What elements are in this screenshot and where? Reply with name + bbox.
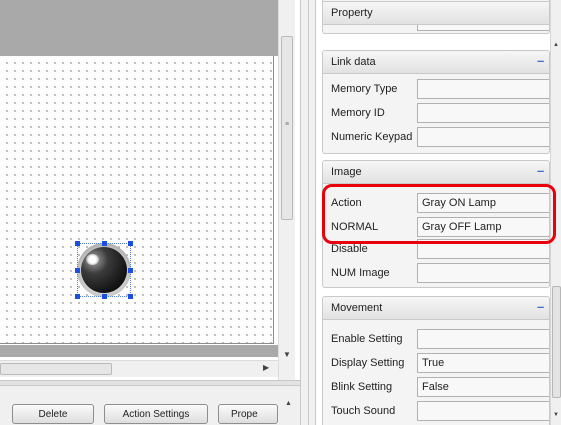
link-data-group: Link data – Memory Type Memory ID Numeri… [322,50,550,154]
property-label: NUM Image [331,267,390,279]
property-row-action: Action Gray ON Lamp [323,191,549,215]
panel-vertical-scrollbar[interactable]: ▲ ▼ [550,0,561,425]
property-row-touch-sound: Touch Sound [323,399,549,423]
property-row-display-setting: Display Setting True [323,351,549,375]
disable-image-field[interactable] [417,239,549,259]
bottom-button-bar: Delete Action Settings Prope ▲ [0,386,300,425]
property-label: Action [331,197,362,209]
collapse-icon[interactable]: – [537,163,544,178]
property-row-disable: Disable [323,237,549,261]
normal-image-field[interactable]: Gray OFF Lamp [417,217,549,237]
link-data-title: Link data [331,56,376,68]
enable-setting-field[interactable] [417,329,549,349]
resize-handle-s[interactable] [102,294,107,299]
lamp-object[interactable] [75,241,133,299]
property-label: Display Setting [331,357,405,369]
memory-type-field[interactable] [417,79,549,99]
property-panel: Property ▲ Link data – Memory Type Memor… [316,0,561,425]
property-label: Memory Type [331,83,398,95]
resize-handle-nw[interactable] [75,241,80,246]
property-group-header[interactable]: Property [323,1,549,25]
grip-icon: ≡ [285,121,290,128]
numeric-keypad-field[interactable] [417,127,549,147]
memory-id-field[interactable] [417,103,549,123]
action-settings-button[interactable]: Action Settings [104,404,208,424]
scroll-up-arrow-icon[interactable]: ▲ [285,400,292,407]
property-row-memory-id: Memory ID [323,101,549,125]
property-row-normal: NORMAL Gray OFF Lamp [323,215,549,239]
display-setting-field[interactable]: True [417,353,549,373]
delete-button[interactable]: Delete [12,404,94,424]
property-row-num-image: NUM Image [323,261,549,285]
panel-vertical-scroll-thumb[interactable] [552,286,561,398]
property-row-blink-setting: Blink Setting False [323,375,549,399]
property-row-numeric-keypad: Numeric Keypad [323,125,549,149]
collapse-icon[interactable]: – [537,299,544,314]
resize-handle-ne[interactable] [128,241,133,246]
selection-box [77,243,131,297]
canvas-vertical-scroll-thumb[interactable]: ≡ [281,36,293,220]
canvas-horizontal-scrollbar[interactable]: ▶ [0,360,278,377]
scroll-down-arrow-icon[interactable]: ▼ [553,412,559,418]
action-image-field[interactable]: Gray ON Lamp [417,193,549,213]
movement-group: Movement – Enable Setting Display Settin… [322,296,550,425]
canvas-margin-top [0,0,278,56]
property-group-title: Property [331,7,373,19]
resize-handle-e[interactable] [128,268,133,273]
divider-line [308,0,309,425]
property-label: Memory ID [331,107,385,119]
image-header[interactable]: Image – [323,161,549,184]
image-title: Image [331,166,362,178]
scroll-right-arrow-icon[interactable]: ▶ [263,363,269,372]
movement-title: Movement [331,302,383,314]
num-image-field[interactable] [417,263,549,283]
touch-sound-field[interactable] [417,401,549,421]
property-label: Blink Setting [331,381,393,393]
link-data-header[interactable]: Link data – [323,51,549,74]
property-value-field[interactable] [417,25,549,31]
property-label: Touch Sound [331,405,396,417]
canvas-vertical-scrollbar[interactable]: ≡ ▼ [278,0,295,380]
image-group: Image – Action Gray ON Lamp NORMAL Gray … [322,160,550,288]
resize-handle-sw[interactable] [75,294,80,299]
resize-handle-n[interactable] [102,241,107,246]
property-group: Property ▲ [322,0,550,34]
resize-handle-w[interactable] [75,268,80,273]
canvas-margin-bottom [0,345,278,357]
property-label: NORMAL [331,221,379,233]
blink-setting-field[interactable]: False [417,377,549,397]
canvas-horizontal-scroll-thumb[interactable] [0,363,112,375]
property-label: Numeric Keypad [331,131,413,143]
property-label: Disable [331,243,368,255]
movement-header[interactable]: Movement – [323,297,549,320]
scroll-down-arrow-icon[interactable]: ▼ [283,350,291,359]
scroll-up-arrow-icon[interactable]: ▲ [553,42,559,48]
panel-divider[interactable] [300,0,316,425]
design-area: ≡ ▼ ▶ Delete Action Settings Prope ▲ [0,0,300,425]
design-canvas[interactable] [0,56,274,344]
property-row-enable-setting: Enable Setting [323,327,549,351]
property-button[interactable]: Prope [218,404,278,424]
property-row-memory-type: Memory Type [323,77,549,101]
property-label: Enable Setting [331,333,403,345]
resize-handle-se[interactable] [128,294,133,299]
collapse-icon[interactable]: – [537,53,544,68]
